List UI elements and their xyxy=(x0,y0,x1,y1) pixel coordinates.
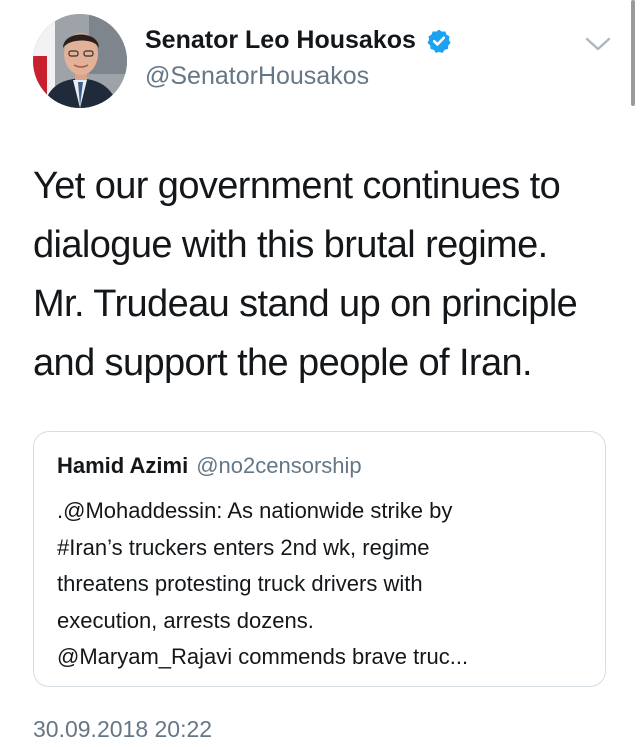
avatar[interactable] xyxy=(33,14,127,108)
chevron-down-icon[interactable] xyxy=(584,34,612,54)
quoted-tweet-header: Hamid Azimi @no2censorship xyxy=(57,453,362,479)
quoted-text-line: execution, arrests dozens. xyxy=(57,607,314,633)
tweet-text-line: Yet our government continues to xyxy=(33,165,561,207)
quoted-author-handle: @no2censorship xyxy=(196,453,362,478)
quoted-text-line: #Iran’s truckers enters 2nd wk, regime xyxy=(57,534,430,560)
tweet-text-line: dialogue with this brutal regime. xyxy=(33,224,548,266)
quoted-tweet-text: .@Mohaddessin: As nationwide strike by #… xyxy=(57,493,592,676)
quoted-author-name: Hamid Azimi xyxy=(57,453,189,478)
author-handle[interactable]: @SenatorHousakos xyxy=(145,62,369,91)
quoted-text-line: threatens protesting truck drivers with xyxy=(57,571,423,596)
tweet-text: Yet our government continues to dialogue… xyxy=(33,157,613,393)
scrollbar[interactable] xyxy=(631,0,635,106)
quoted-tweet-card[interactable]: Hamid Azimi @no2censorship .@Mohaddessin:… xyxy=(33,431,606,687)
quoted-text-line: .@Mohaddessin: As nationwide strike by xyxy=(57,498,453,523)
author-display-name[interactable]: Senator Leo Housakos xyxy=(145,26,416,55)
tweet-text-line: Mr. Trudeau stand up on principle xyxy=(33,283,578,325)
verified-badge-icon xyxy=(427,29,451,53)
author-display-name-row[interactable]: Senator Leo Housakos xyxy=(145,26,452,55)
tweet-timestamp[interactable]: 30.09.2018 20:22 xyxy=(33,716,212,743)
tweet-text-line: and support the people of Iran. xyxy=(33,342,533,384)
avatar-photo xyxy=(33,14,127,108)
quoted-text-line: @Maryam_Rajavi commends brave truc... xyxy=(57,644,469,669)
